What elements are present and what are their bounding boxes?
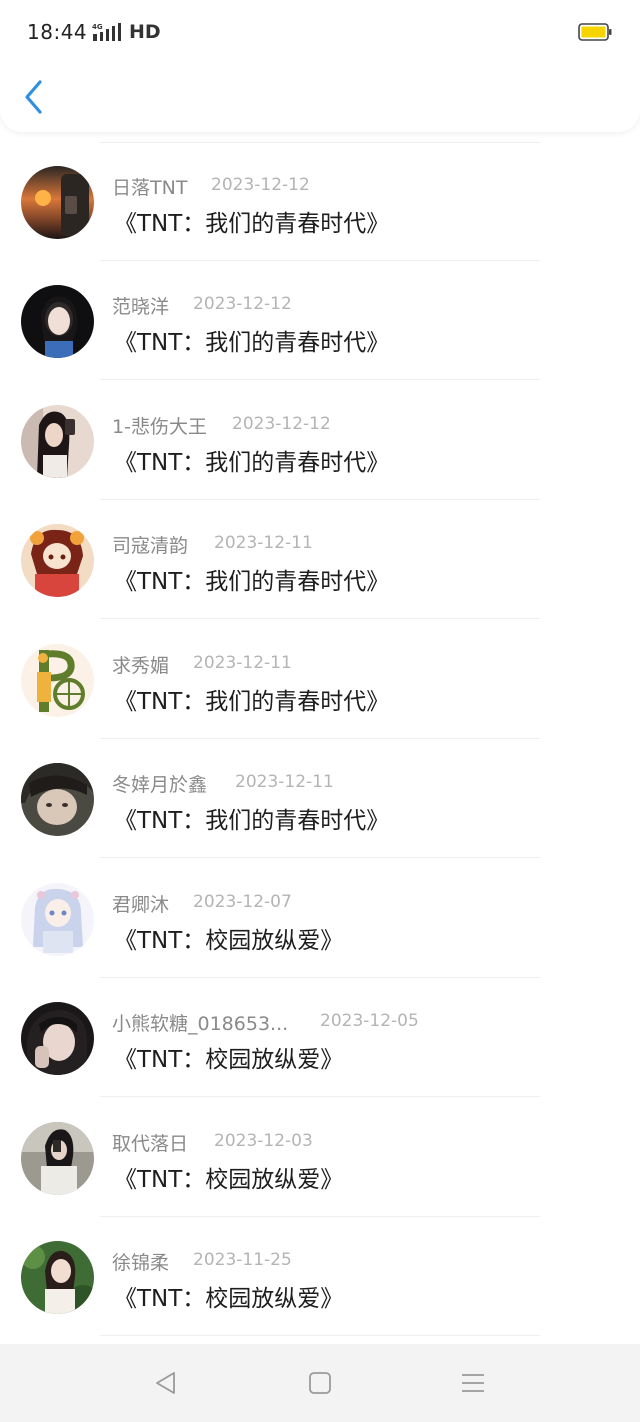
status-time: 18:44: [27, 20, 88, 44]
list-item[interactable]: 求秀媚 2023-12-11 《TNT：我们的青春时代》: [0, 620, 640, 739]
top-bar: 18:44 4G HD: [0, 0, 640, 132]
user-name: 冬婞月於鑫: [112, 774, 208, 796]
book-title: 《TNT：我们的青春时代》: [114, 330, 390, 356]
user-name: 君卿沐: [112, 894, 170, 916]
date-label: 2023-11-25: [193, 1250, 292, 1270]
avatar: [21, 285, 94, 358]
user-name: 求秀媚: [112, 655, 170, 677]
list-item[interactable]: 范晓洋 2023-12-12 《TNT：我们的青春时代》: [0, 261, 640, 380]
square-home-icon[interactable]: [306, 1369, 334, 1397]
book-title: 《TNT：我们的青春时代》: [114, 808, 390, 834]
date-label: 2023-12-03: [214, 1131, 313, 1151]
avatar: [21, 644, 94, 717]
divider: [100, 618, 540, 619]
date-label: 2023-12-11: [214, 533, 313, 553]
divider: [100, 1096, 540, 1097]
back-button[interactable]: [18, 76, 52, 118]
avatar: [21, 1241, 94, 1314]
book-title: 《TNT：我们的青春时代》: [114, 689, 390, 715]
book-title: 《TNT：校园放纵爱》: [114, 1286, 344, 1312]
user-name: 徐锦柔: [112, 1252, 170, 1274]
avatar: [21, 1122, 94, 1195]
hd-label: HD: [129, 21, 161, 43]
list-item[interactable]: 取代落日 2023-12-03 《TNT：校园放纵爱》: [0, 1098, 640, 1217]
divider: [100, 1335, 540, 1336]
list-item[interactable]: 司寇清韵 2023-12-11 《TNT：我们的青春时代》: [0, 500, 640, 619]
user-name: 日落TNT: [112, 177, 188, 199]
book-title: 《TNT：我们的青春时代》: [114, 211, 390, 237]
avatar: [21, 166, 94, 239]
date-label: 2023-12-12: [232, 414, 331, 434]
avatar: [21, 405, 94, 478]
triangle-back-icon[interactable]: [152, 1369, 180, 1397]
book-title: 《TNT：我们的青春时代》: [114, 569, 390, 595]
list-item[interactable]: 1-悲伤大王 2023-12-12 《TNT：我们的青春时代》: [0, 381, 640, 500]
user-name: 1-悲伤大王: [112, 416, 207, 438]
list-item[interactable]: 日落TNT 2023-12-12 《TNT：我们的青春时代》: [0, 142, 640, 261]
avatar: [21, 763, 94, 836]
book-title: 《TNT：校园放纵爱》: [114, 1047, 344, 1073]
date-label: 2023-12-05: [320, 1011, 419, 1031]
avatar: [21, 1002, 94, 1075]
hamburger-menu-icon[interactable]: [459, 1369, 487, 1397]
date-label: 2023-12-12: [193, 294, 292, 314]
user-name: 小熊软糖_018653...: [112, 1013, 289, 1035]
date-label: 2023-12-11: [193, 653, 292, 673]
status-bar: 18:44 4G HD: [0, 0, 640, 64]
book-title: 《TNT：我们的青春时代》: [114, 450, 390, 476]
signal-icon: 4G: [92, 23, 121, 41]
list-item[interactable]: 冬婞月於鑫 2023-12-11 《TNT：我们的青春时代》: [0, 739, 640, 858]
date-label: 2023-12-07: [193, 892, 292, 912]
avatar: [21, 524, 94, 597]
user-name: 取代落日: [112, 1133, 189, 1155]
divider: [100, 379, 540, 380]
date-label: 2023-12-11: [235, 772, 334, 792]
book-title: 《TNT：校园放纵爱》: [114, 1167, 344, 1193]
list-item[interactable]: 徐锦柔 2023-11-25 《TNT：校园放纵爱》: [0, 1217, 640, 1336]
system-navigation-bar: [0, 1344, 640, 1422]
user-name: 司寇清韵: [112, 535, 189, 557]
network-type-label: 4G: [92, 23, 103, 31]
chevron-left-icon: [25, 80, 42, 114]
user-name: 范晓洋: [112, 296, 170, 318]
list-item[interactable]: 小熊软糖_018653... 2023-12-05 《TNT：校园放纵爱》: [0, 978, 640, 1097]
avatar: [21, 883, 94, 956]
book-title: 《TNT：校园放纵爱》: [114, 928, 344, 954]
list-item[interactable]: 君卿沐 2023-12-07 《TNT：校园放纵爱》: [0, 859, 640, 978]
battery-icon: [578, 23, 612, 41]
date-label: 2023-12-12: [211, 175, 310, 195]
divider: [100, 857, 540, 858]
